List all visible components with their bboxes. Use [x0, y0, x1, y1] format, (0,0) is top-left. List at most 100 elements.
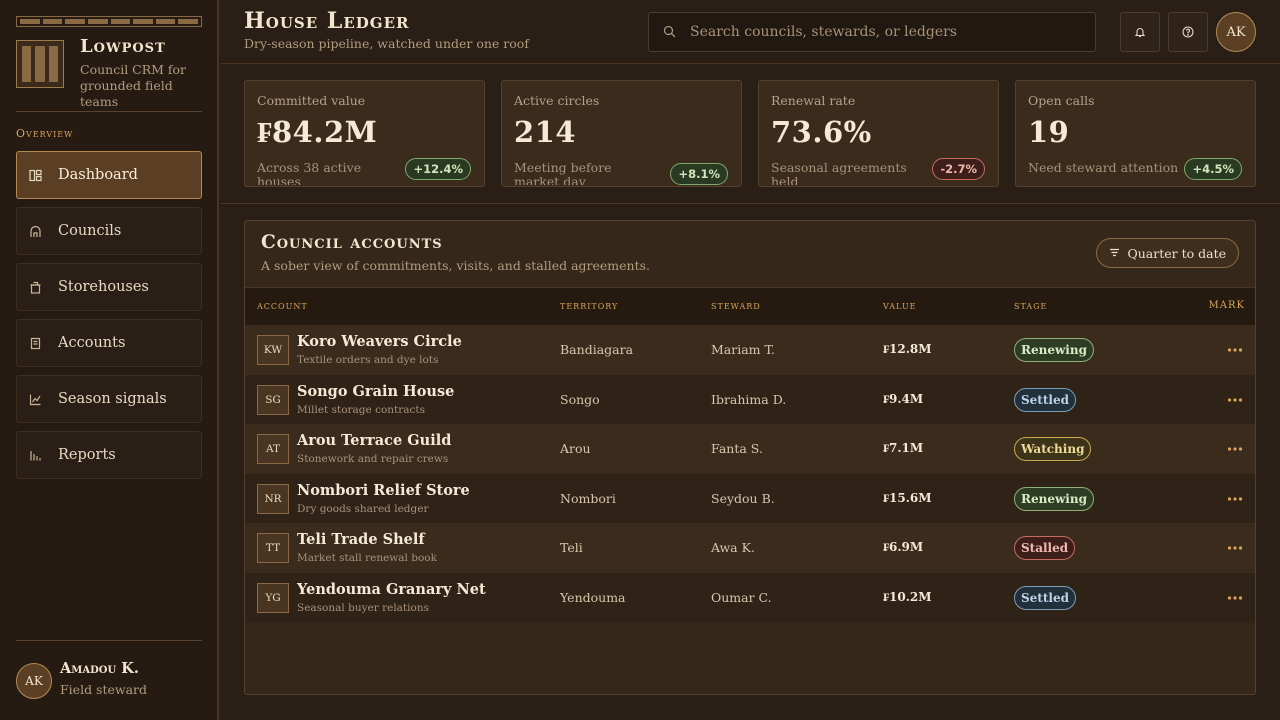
avatar[interactable]: AK [16, 663, 52, 699]
search-input[interactable] [690, 24, 1095, 40]
territory-cell: Songo [560, 391, 600, 407]
sidebar-item-label: Dashboard [58, 167, 138, 183]
account-name[interactable]: Yendouma Granary Net [297, 581, 486, 598]
more-options-icon[interactable] [1227, 441, 1243, 455]
account-name[interactable]: Songo Grain House [297, 383, 454, 400]
stat-value: 214 [514, 115, 577, 149]
account-description: Market stall renewal book [297, 552, 437, 565]
search-bar[interactable] [648, 12, 1096, 52]
table-row[interactable]: TT Teli Trade Shelf Market stall renewal b… [245, 523, 1255, 574]
sidebar-item-reports[interactable]: Reports [16, 431, 202, 479]
account-name[interactable]: Teli Trade Shelf [297, 531, 425, 548]
bar-chart-icon [29, 449, 42, 462]
delta-badge: -2.7% [932, 158, 985, 180]
table-row[interactable]: NR Nombori Relief Store Dry goods shared l… [245, 473, 1255, 524]
delta-badge: +8.1% [670, 163, 728, 185]
stat-value: 73.6% [771, 115, 872, 149]
account-name[interactable]: Nombori Relief Store [297, 482, 470, 499]
delta-badge: +12.4% [405, 158, 471, 180]
column-header-mark[interactable]: Mark [1209, 296, 1245, 312]
arch-icon [29, 225, 42, 238]
stat-card-committed-value: Committed value ₣84.2M Across 38 active … [244, 80, 485, 187]
more-options-icon[interactable] [1227, 590, 1243, 604]
stat-note: Meeting before market day [514, 161, 612, 185]
stat-note: Seasonal agreements held [771, 161, 907, 185]
value-cell: ₣10.2M [883, 590, 932, 604]
section-divider [221, 203, 1280, 204]
stat-card-active-circles: Active circles 214 Meeting before market… [501, 80, 742, 187]
account-description: Textile orders and dye lots [297, 354, 439, 366]
territory-cell: Nombori [560, 490, 616, 506]
steward-cell: Seydou B. [711, 490, 775, 506]
stat-value: 19 [1028, 115, 1070, 149]
help-button[interactable] [1168, 12, 1208, 52]
stat-card-open-calls: Open calls 19 Need steward attention +4.… [1015, 80, 1256, 187]
stage-badge: Settled [1014, 586, 1076, 610]
stat-label: Committed value [257, 93, 366, 108]
avatar[interactable]: AK [1216, 12, 1256, 52]
decorative-stripes [16, 16, 202, 27]
ledger-icon [29, 337, 42, 350]
sidebar-item-councils[interactable]: Councils [16, 207, 202, 255]
account-initials-badge: YG [257, 583, 289, 613]
column-header-account[interactable]: Account [257, 299, 308, 312]
more-options-icon[interactable] [1227, 540, 1243, 554]
user-name: Amadou K. [60, 660, 139, 677]
delta-badge: +4.5% [1184, 158, 1242, 180]
table-row[interactable]: KW Koro Weavers Circle Textile orders and … [245, 325, 1255, 375]
table-row[interactable]: SG Songo Grain House Millet storage contra… [245, 374, 1255, 425]
stat-note: Across 38 active houses [257, 161, 362, 185]
account-name[interactable]: Arou Terrace Guild [297, 432, 451, 449]
stat-card-renewal-rate: Renewal rate 73.6% Seasonal agreements h… [758, 80, 999, 187]
logo-icon [16, 40, 64, 88]
account-initials-badge: NR [257, 483, 289, 514]
more-options-icon[interactable] [1227, 342, 1243, 356]
sidebar-item-season-signals[interactable]: Season signals [16, 375, 202, 423]
stage-badge: Renewing [1014, 338, 1094, 362]
stage-badge: Settled [1014, 387, 1076, 412]
sidebar-item-label: Season signals [58, 391, 167, 407]
more-options-icon[interactable] [1227, 392, 1243, 406]
column-header-stage[interactable]: Stage [1014, 299, 1047, 312]
account-description: Dry goods shared ledger [297, 502, 429, 515]
column-header-territory[interactable]: Territory [560, 299, 618, 312]
account-name[interactable]: Koro Weavers Circle [297, 333, 462, 350]
trend-icon [29, 393, 42, 406]
sidebar: Lowpost Council CRM for grounded field t… [0, 0, 219, 720]
brand-name: Lowpost [80, 36, 166, 57]
steward-cell: Ibrahima D. [711, 391, 787, 407]
territory-cell: Bandiagara [560, 342, 634, 357]
more-options-icon[interactable] [1227, 491, 1243, 505]
sidebar-item-dashboard[interactable]: Dashboard [16, 151, 202, 199]
stage-badge: Renewing [1014, 486, 1094, 511]
value-cell: ₣7.1M [883, 441, 924, 456]
steward-cell: Mariam T. [711, 342, 775, 357]
panel-subtitle: A sober view of commitments, visits, and… [261, 258, 651, 273]
table-row[interactable]: AT Arou Terrace Guild Stonework and repair… [245, 424, 1255, 475]
value-cell: ₣12.8M [883, 342, 932, 356]
steward-cell: Fanta S. [711, 441, 763, 457]
column-header-value[interactable]: Value [883, 299, 916, 312]
search-icon [663, 23, 676, 42]
brand-tagline: Council CRM for grounded field teams [80, 62, 187, 109]
stage-badge: Watching [1014, 437, 1092, 462]
stat-label: Renewal rate [771, 93, 856, 108]
nav-section-label: Overview [16, 127, 74, 140]
account-initials-badge: KW [257, 335, 289, 365]
account-description: Stonework and repair crews [297, 453, 449, 466]
column-header-steward[interactable]: Steward [711, 299, 761, 312]
table-row[interactable]: YG Yendouma Granary Net Seasonal buyer rel… [245, 573, 1255, 623]
sidebar-item-storehouses[interactable]: Storehouses [16, 263, 202, 311]
notifications-button[interactable] [1120, 12, 1160, 52]
page-title: House Ledger [244, 8, 410, 34]
account-initials-badge: AT [257, 434, 289, 465]
dashboard-icon [29, 169, 42, 182]
bell-icon [1134, 23, 1146, 42]
table-header: Account Territory Steward Value Stage Ma… [245, 287, 1255, 325]
sidebar-item-accounts[interactable]: Accounts [16, 319, 202, 367]
stat-value: ₣84.2M [257, 115, 378, 149]
sidebar-divider [16, 640, 202, 641]
filter-icon [1109, 246, 1120, 261]
account-initials-badge: TT [257, 533, 289, 564]
quarter-filter-button[interactable]: Quarter to date [1095, 238, 1239, 268]
